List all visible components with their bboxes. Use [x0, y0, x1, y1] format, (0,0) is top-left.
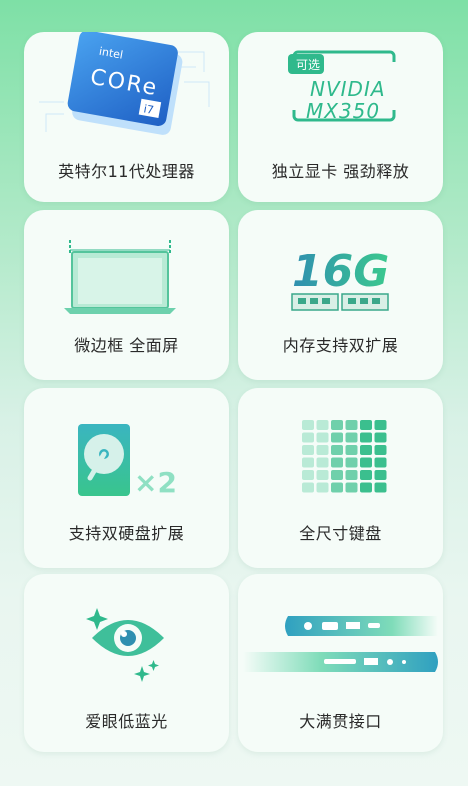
keyboard-key [374, 457, 387, 468]
feature-card-screen: 微边框 全面屏 [24, 210, 229, 380]
feature-label: 支持双硬盘扩展 [68, 524, 185, 543]
memory-size: 16G [292, 246, 389, 297]
keyboard-key [374, 470, 387, 480]
feature-card-gpu: 可选 NVIDIA MX350 独立显卡 强劲释放 [238, 32, 443, 202]
keyboard-key [374, 420, 387, 430]
keyboard-key [345, 482, 358, 493]
feature-label: 微边框 全面屏 [74, 336, 179, 355]
feature-card-memory: 16G 内存支持双扩展 [238, 210, 443, 380]
keyboard-key [331, 420, 343, 430]
keyboard-key [374, 482, 387, 493]
keyboard-key [316, 482, 329, 493]
keyboard-key [360, 482, 372, 493]
feature-label: 大满贯接口 [299, 712, 382, 731]
feature-label: 全尺寸键盘 [299, 524, 382, 543]
gpu-line2: MX350 [306, 99, 380, 123]
feature-card-eyecare: 爱眼低蓝光 [24, 574, 229, 752]
keyboard-key [316, 457, 329, 468]
laptop-ports-icon [238, 574, 443, 698]
feature-card-storage: ×2 支持双硬盘扩展 [24, 388, 229, 568]
keyboard-key [360, 457, 372, 468]
eye-care-icon [24, 574, 229, 698]
keyboard-key [331, 432, 343, 443]
keyboard-key [302, 457, 314, 468]
keyboard-key [302, 470, 314, 480]
hard-drive-icon: ×2 [24, 388, 229, 512]
keyboard-key [331, 445, 343, 455]
intel-core-chip-icon: intel CORe i7 [24, 30, 229, 146]
thin-bezel-laptop-icon [24, 210, 229, 324]
feature-card-keyboard: 全尺寸键盘 [238, 388, 443, 568]
keyboard-key [316, 470, 329, 480]
keyboard-key [374, 432, 387, 443]
keyboard-key [316, 420, 329, 430]
drive-multiplier: ×2 [134, 466, 177, 499]
keyboard-key [374, 445, 387, 455]
feature-label: 内存支持双扩展 [282, 336, 399, 355]
keyboard-key [345, 457, 358, 468]
feature-label: 独立显卡 强劲释放 [271, 162, 410, 181]
keyboard-key [331, 482, 343, 493]
keyboard-key [360, 432, 372, 443]
keyboard-key [360, 445, 372, 455]
keyboard-key [316, 445, 329, 455]
keyboard-icon [238, 388, 443, 512]
feature-label: 爱眼低蓝光 [85, 712, 168, 731]
keyboard-key [316, 432, 329, 443]
gpu-line1: NVIDIA [310, 77, 386, 101]
gpu-badge: 可选 [296, 58, 320, 72]
keyboard-key [302, 420, 314, 430]
keyboard-key [331, 457, 343, 468]
keyboard-key [345, 432, 358, 443]
keyboard-key [302, 432, 314, 443]
keyboard-key [360, 470, 372, 480]
feature-card-cpu: intel CORe i7 英特尔11代处理器 [24, 30, 229, 202]
memory-ram-icon: 16G [238, 210, 443, 324]
feature-card-ports: 大满贯接口 [238, 574, 443, 752]
keyboard-key [345, 420, 358, 430]
keyboard-key [360, 420, 372, 430]
keyboard-key [345, 470, 358, 480]
nvidia-gpu-badge-icon: 可选 NVIDIA MX350 [238, 32, 443, 146]
keyboard-key [345, 445, 358, 455]
feature-label: 英特尔11代处理器 [58, 162, 195, 181]
keyboard-key [302, 482, 314, 493]
keyboard-key [331, 470, 343, 480]
keyboard-key [302, 445, 314, 455]
